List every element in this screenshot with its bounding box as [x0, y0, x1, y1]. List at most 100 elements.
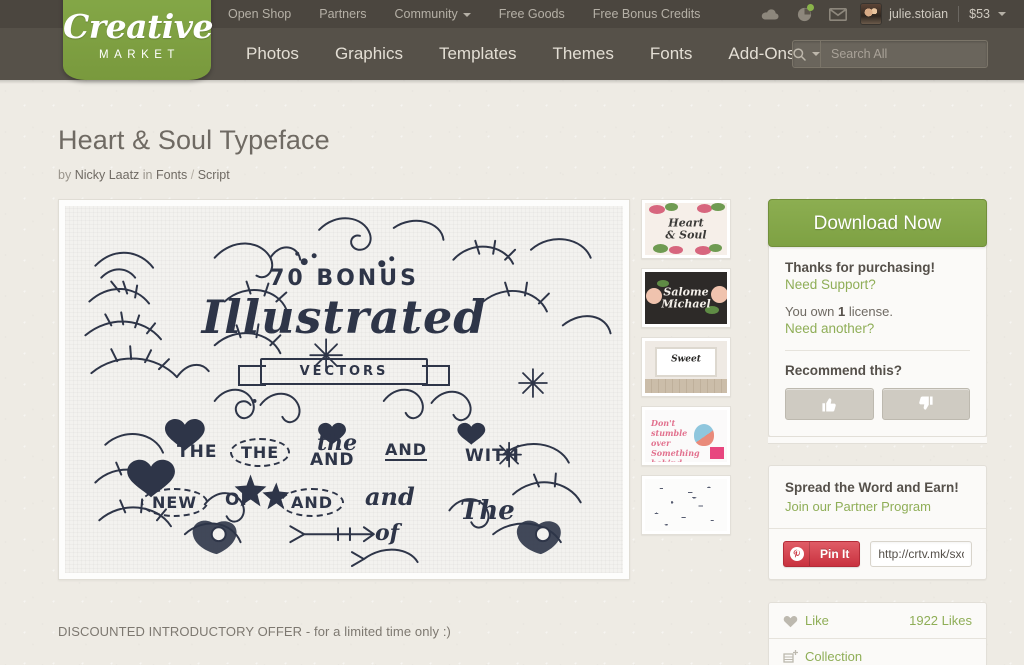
logo-wordmark: Creative [63, 7, 213, 46]
top-account-area: julie.stoian $53 [753, 0, 1006, 28]
site-header: Open Shop Partners Community Free Goods … [0, 0, 1024, 84]
main-navigation: Photos Graphics Templates Themes Fonts A… [228, 28, 814, 80]
thumbnail-label: Don't stumble over Something behind you [651, 418, 700, 462]
chevron-down-icon [462, 12, 471, 17]
divider [785, 350, 970, 351]
top-link-open-shop[interactable]: Open Shop [228, 0, 305, 28]
top-link-community[interactable]: Community [381, 0, 485, 28]
preview-word-and-2: AND [385, 440, 428, 461]
thumbnail-salome-michael[interactable]: Salome Michael [641, 268, 731, 328]
preview-word-of: OF [225, 490, 254, 510]
preview-illustrated-text: Illustrated [201, 290, 487, 344]
collection-row[interactable]: Collection [769, 638, 986, 665]
thumbnail-label: Salome Michael [661, 285, 711, 310]
thumbs-up-button[interactable] [785, 388, 874, 420]
thumbnail-strip: Heart & Soul Salome Michael Sweet Don't st… [641, 199, 731, 544]
right-sidebar: Download Now Thanks for purchasing! Need… [768, 199, 987, 665]
thumbnail-image: Heart & Soul [645, 203, 727, 255]
preview-word-and-3: AND [280, 488, 345, 517]
thumbnail-label: Sweet [671, 354, 701, 364]
heart-icon [783, 614, 805, 628]
preview-word-the-1: THE [177, 442, 218, 462]
share-url-input[interactable] [870, 541, 972, 567]
offer-text: DISCOUNTED INTRODUCTORY OFFER - for a li… [58, 624, 451, 639]
pin-it-label: Pin It [820, 547, 850, 561]
account-balance[interactable]: $53 [969, 7, 990, 21]
pin-it-button[interactable]: Pin It [783, 541, 861, 567]
main-preview-image[interactable]: 70 BONUS Illustrated VECTORS THE THE the… [58, 199, 630, 580]
nav-graphics[interactable]: Graphics [317, 28, 421, 80]
nav-fonts[interactable]: Fonts [632, 28, 711, 80]
thumbnail-vectors-sheet[interactable] [641, 475, 731, 535]
preview-word-the-4: The [460, 496, 515, 526]
thumbs-up-icon [822, 398, 837, 412]
decorative-flourishes [84, 217, 612, 568]
pinterest-icon [784, 542, 810, 566]
header-shadow [0, 80, 1024, 84]
like-count: 1922 Likes [909, 613, 972, 628]
byline-subcategory[interactable]: Script [198, 168, 230, 182]
need-support-link[interactable]: Need Support? [785, 277, 970, 292]
spread-title: Spread the Word and Earn! [785, 480, 959, 495]
thumbs-down-button[interactable] [881, 388, 970, 420]
thumbnail-image: Don't stumble over Something behind you [645, 410, 727, 462]
preview-word-and-1: AND [310, 450, 355, 470]
need-another-link[interactable]: Need another? [785, 321, 970, 336]
purchase-info-card: Thanks for purchasing! Need Support? You… [768, 243, 987, 437]
clock-icon[interactable] [787, 0, 821, 28]
license-suffix: license. [845, 304, 893, 319]
nav-themes[interactable]: Themes [534, 28, 631, 80]
top-link-free-goods[interactable]: Free Goods [485, 0, 579, 28]
collection-label: Collection [805, 648, 863, 664]
top-link-partners[interactable]: Partners [305, 0, 380, 28]
partner-program-link[interactable]: Join our Partner Program [785, 499, 970, 514]
username-label[interactable]: julie.stoian [889, 7, 948, 21]
chevron-down-icon [812, 52, 820, 56]
license-prefix: You own [785, 304, 839, 319]
top-link-community-label: Community [394, 7, 458, 21]
avatar[interactable] [861, 4, 882, 24]
spread-header: Spread the Word and Earn! Join our Partn… [769, 466, 986, 528]
thanks-message: Thanks for purchasing! [785, 260, 936, 275]
like-row[interactable]: Like 1922 Likes [769, 603, 986, 638]
thumbnail-dont-stumble[interactable]: Don't stumble over Something behind you [641, 406, 731, 466]
nav-photos[interactable]: Photos [228, 28, 317, 80]
preview-vectors-ribbon: VECTORS [238, 358, 450, 386]
page-title: Heart & Soul Typeface [58, 125, 330, 155]
thumbnail-heart-and-soul[interactable]: Heart & Soul [641, 199, 731, 259]
preview-word-new: NEW [141, 488, 208, 517]
search-category-selector[interactable] [793, 41, 821, 67]
like-label: Like [805, 613, 829, 628]
top-utility-links: Open Shop Partners Community Free Goods … [228, 0, 714, 28]
preview-word-the-2: THE [230, 438, 291, 467]
site-logo[interactable]: Creative MARKET [63, 0, 213, 80]
search-input[interactable] [821, 41, 1002, 67]
recommend-buttons [785, 388, 970, 420]
nav-templates[interactable]: Templates [421, 28, 534, 80]
actions-card: Like 1922 Likes Collection [768, 602, 987, 665]
license-count-text: You own 1 license. [785, 304, 970, 319]
byline-in: in [142, 168, 153, 182]
byline-author[interactable]: Nicky Laatz [75, 168, 140, 182]
recommend-title: Recommend this? [785, 363, 903, 378]
top-link-free-bonus-credits[interactable]: Free Bonus Credits [579, 0, 715, 28]
preview-word-of: of [375, 520, 400, 546]
preview-word-with: WITH [465, 446, 520, 466]
thumbnail-sweet-poster[interactable]: Sweet [641, 337, 731, 397]
envelope-icon[interactable] [821, 0, 855, 28]
preview-word-and-4: and [365, 482, 415, 511]
thumbnail-label: Heart & Soul [665, 216, 707, 241]
divider [958, 6, 960, 22]
download-now-button[interactable]: Download Now [768, 199, 987, 247]
preview-bonus-text: 70 BONUS [269, 266, 419, 291]
thumbnail-image: Sweet [645, 341, 727, 393]
search-box [792, 40, 1002, 68]
notification-badge [807, 4, 815, 11]
thumbs-down-icon [918, 396, 933, 410]
cloud-icon[interactable] [753, 0, 787, 28]
byline-by: by [58, 168, 72, 182]
spread-the-word-card: Spread the Word and Earn! Join our Partn… [768, 465, 987, 580]
preview-canvas: 70 BONUS Illustrated VECTORS THE THE the… [65, 206, 623, 573]
chevron-down-icon[interactable] [998, 12, 1006, 16]
byline-category[interactable]: Fonts [156, 168, 187, 182]
